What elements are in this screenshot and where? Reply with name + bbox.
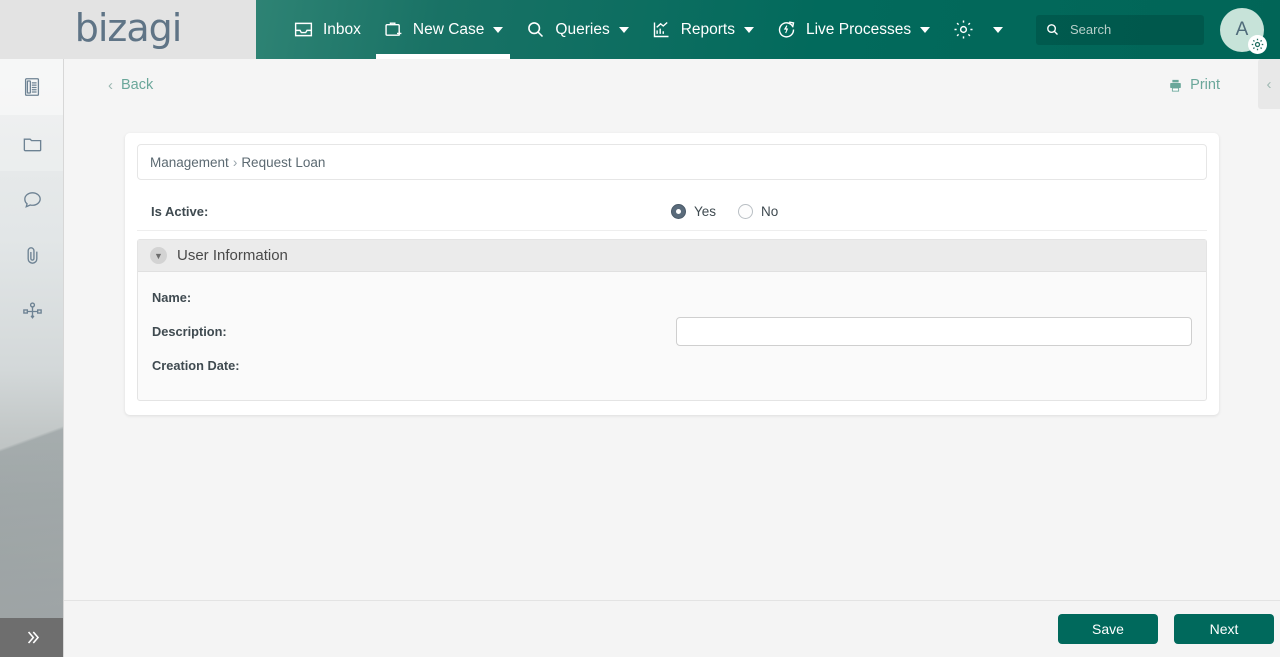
chevron-down-icon: [993, 26, 1004, 33]
radio-indicator-yes[interactable]: [671, 204, 686, 219]
gear-icon: [952, 18, 975, 41]
save-button[interactable]: Save: [1058, 614, 1158, 644]
name-label: Name:: [152, 289, 192, 305]
main-content: ‹ Back Print ‹ Management › Request Loan…: [64, 59, 1280, 657]
nav-item-live-processes[interactable]: Live Processes: [765, 0, 941, 59]
global-search[interactable]: [1036, 14, 1204, 45]
nav-item-settings[interactable]: [941, 0, 1014, 59]
field-row-name: Name:: [138, 280, 1206, 314]
sidebar-item-documents[interactable]: [0, 115, 63, 171]
description-label: Description:: [152, 323, 227, 339]
breadcrumb: Management › Request Loan: [137, 144, 1207, 180]
next-button[interactable]: Next: [1174, 614, 1274, 644]
radio-indicator-no[interactable]: [738, 204, 754, 219]
form-list-icon: [21, 76, 43, 98]
avatar-initial: A: [1235, 18, 1249, 40]
is-active-row: Is Active: Yes No: [137, 193, 1207, 231]
chevron-down-icon[interactable]: ▼: [150, 247, 167, 264]
user-information-panel-header[interactable]: ▼ User Information: [138, 240, 1206, 272]
chevron-down-icon: [618, 26, 629, 33]
chevron-down-icon: [920, 26, 931, 33]
new-case-icon: [383, 19, 404, 40]
nav-label-reports: Reports: [680, 20, 735, 38]
chevron-down-icon: [493, 26, 504, 33]
form-footer: Save Next: [64, 600, 1280, 657]
user-information-panel: ▼ User Information Name: Description: Cr…: [137, 239, 1207, 401]
left-sidebar: [0, 59, 64, 657]
live-processes-icon: [776, 19, 797, 40]
top-header: bizagi Inbox New Case Queries Reports Li…: [0, 0, 1280, 59]
process-diagram-icon: [21, 300, 44, 323]
paperclip-icon: [21, 244, 44, 267]
radio-option-yes[interactable]: Yes: [671, 204, 716, 219]
back-button[interactable]: ‹ Back: [108, 77, 153, 94]
sidebar-item-process[interactable]: [0, 283, 63, 339]
main-navigation: Inbox New Case Queries Reports Live Proc…: [256, 0, 1280, 59]
sidebar-item-form[interactable]: [0, 59, 63, 115]
nav-item-inbox[interactable]: Inbox: [282, 0, 372, 59]
comment-icon: [21, 188, 44, 211]
nav-item-queries[interactable]: Queries: [514, 0, 639, 59]
is-active-label: Is Active:: [151, 204, 209, 219]
inbox-icon: [293, 19, 314, 40]
radio-option-no[interactable]: No: [738, 204, 778, 219]
nav-label-queries: Queries: [555, 20, 610, 38]
folder-icon: [21, 132, 44, 155]
right-rail-collapse-button[interactable]: ‹: [1258, 59, 1280, 109]
nav-item-reports[interactable]: Reports: [640, 0, 765, 59]
field-row-description: Description:: [138, 314, 1206, 348]
back-label: Back: [121, 77, 154, 93]
breadcrumb-current: Request Loan: [241, 154, 326, 170]
breadcrumb-separator: ›: [232, 154, 238, 170]
nav-item-new-case[interactable]: New Case: [372, 0, 515, 59]
avatar-settings-badge[interactable]: [1248, 34, 1267, 54]
page-toolbar: ‹ Back Print ‹: [64, 59, 1280, 111]
sidebar-expand-button[interactable]: [0, 618, 63, 657]
user-menu[interactable]: A: [1220, 7, 1267, 54]
search-icon: [525, 19, 546, 40]
reports-chart-icon: [651, 19, 672, 40]
search-input[interactable]: [1068, 21, 1195, 38]
brand-logo[interactable]: bizagi: [75, 9, 183, 51]
print-button[interactable]: Print: [1168, 77, 1220, 93]
nav-label-live-processes: Live Processes: [805, 20, 912, 38]
description-input[interactable]: [676, 316, 1192, 346]
chevron-down-icon: [743, 26, 754, 33]
sidebar-item-attachments[interactable]: [0, 227, 63, 283]
nav-label-new-case: New Case: [412, 20, 485, 38]
print-label: Print: [1190, 77, 1220, 93]
search-icon: [1045, 22, 1060, 37]
radio-label-no: No: [761, 204, 779, 219]
sidebar-item-comments[interactable]: [0, 171, 63, 227]
field-row-creation-date: Creation Date:: [138, 348, 1206, 382]
is-active-radio-group: Yes No: [671, 204, 800, 219]
creation-date-label: Creation Date:: [152, 357, 240, 373]
chevron-left-icon: ‹: [108, 76, 113, 94]
breadcrumb-parent[interactable]: Management: [150, 155, 229, 170]
printer-icon: [1168, 78, 1183, 93]
user-information-panel-title: User Information: [177, 247, 288, 264]
case-form-card: Management › Request Loan Is Active: Yes…: [125, 133, 1219, 415]
nav-label-inbox: Inbox: [323, 20, 361, 38]
user-information-panel-body: Name: Description: Creation Date:: [138, 272, 1206, 400]
radio-label-yes: Yes: [694, 204, 717, 219]
brand-zone: bizagi: [0, 0, 256, 59]
